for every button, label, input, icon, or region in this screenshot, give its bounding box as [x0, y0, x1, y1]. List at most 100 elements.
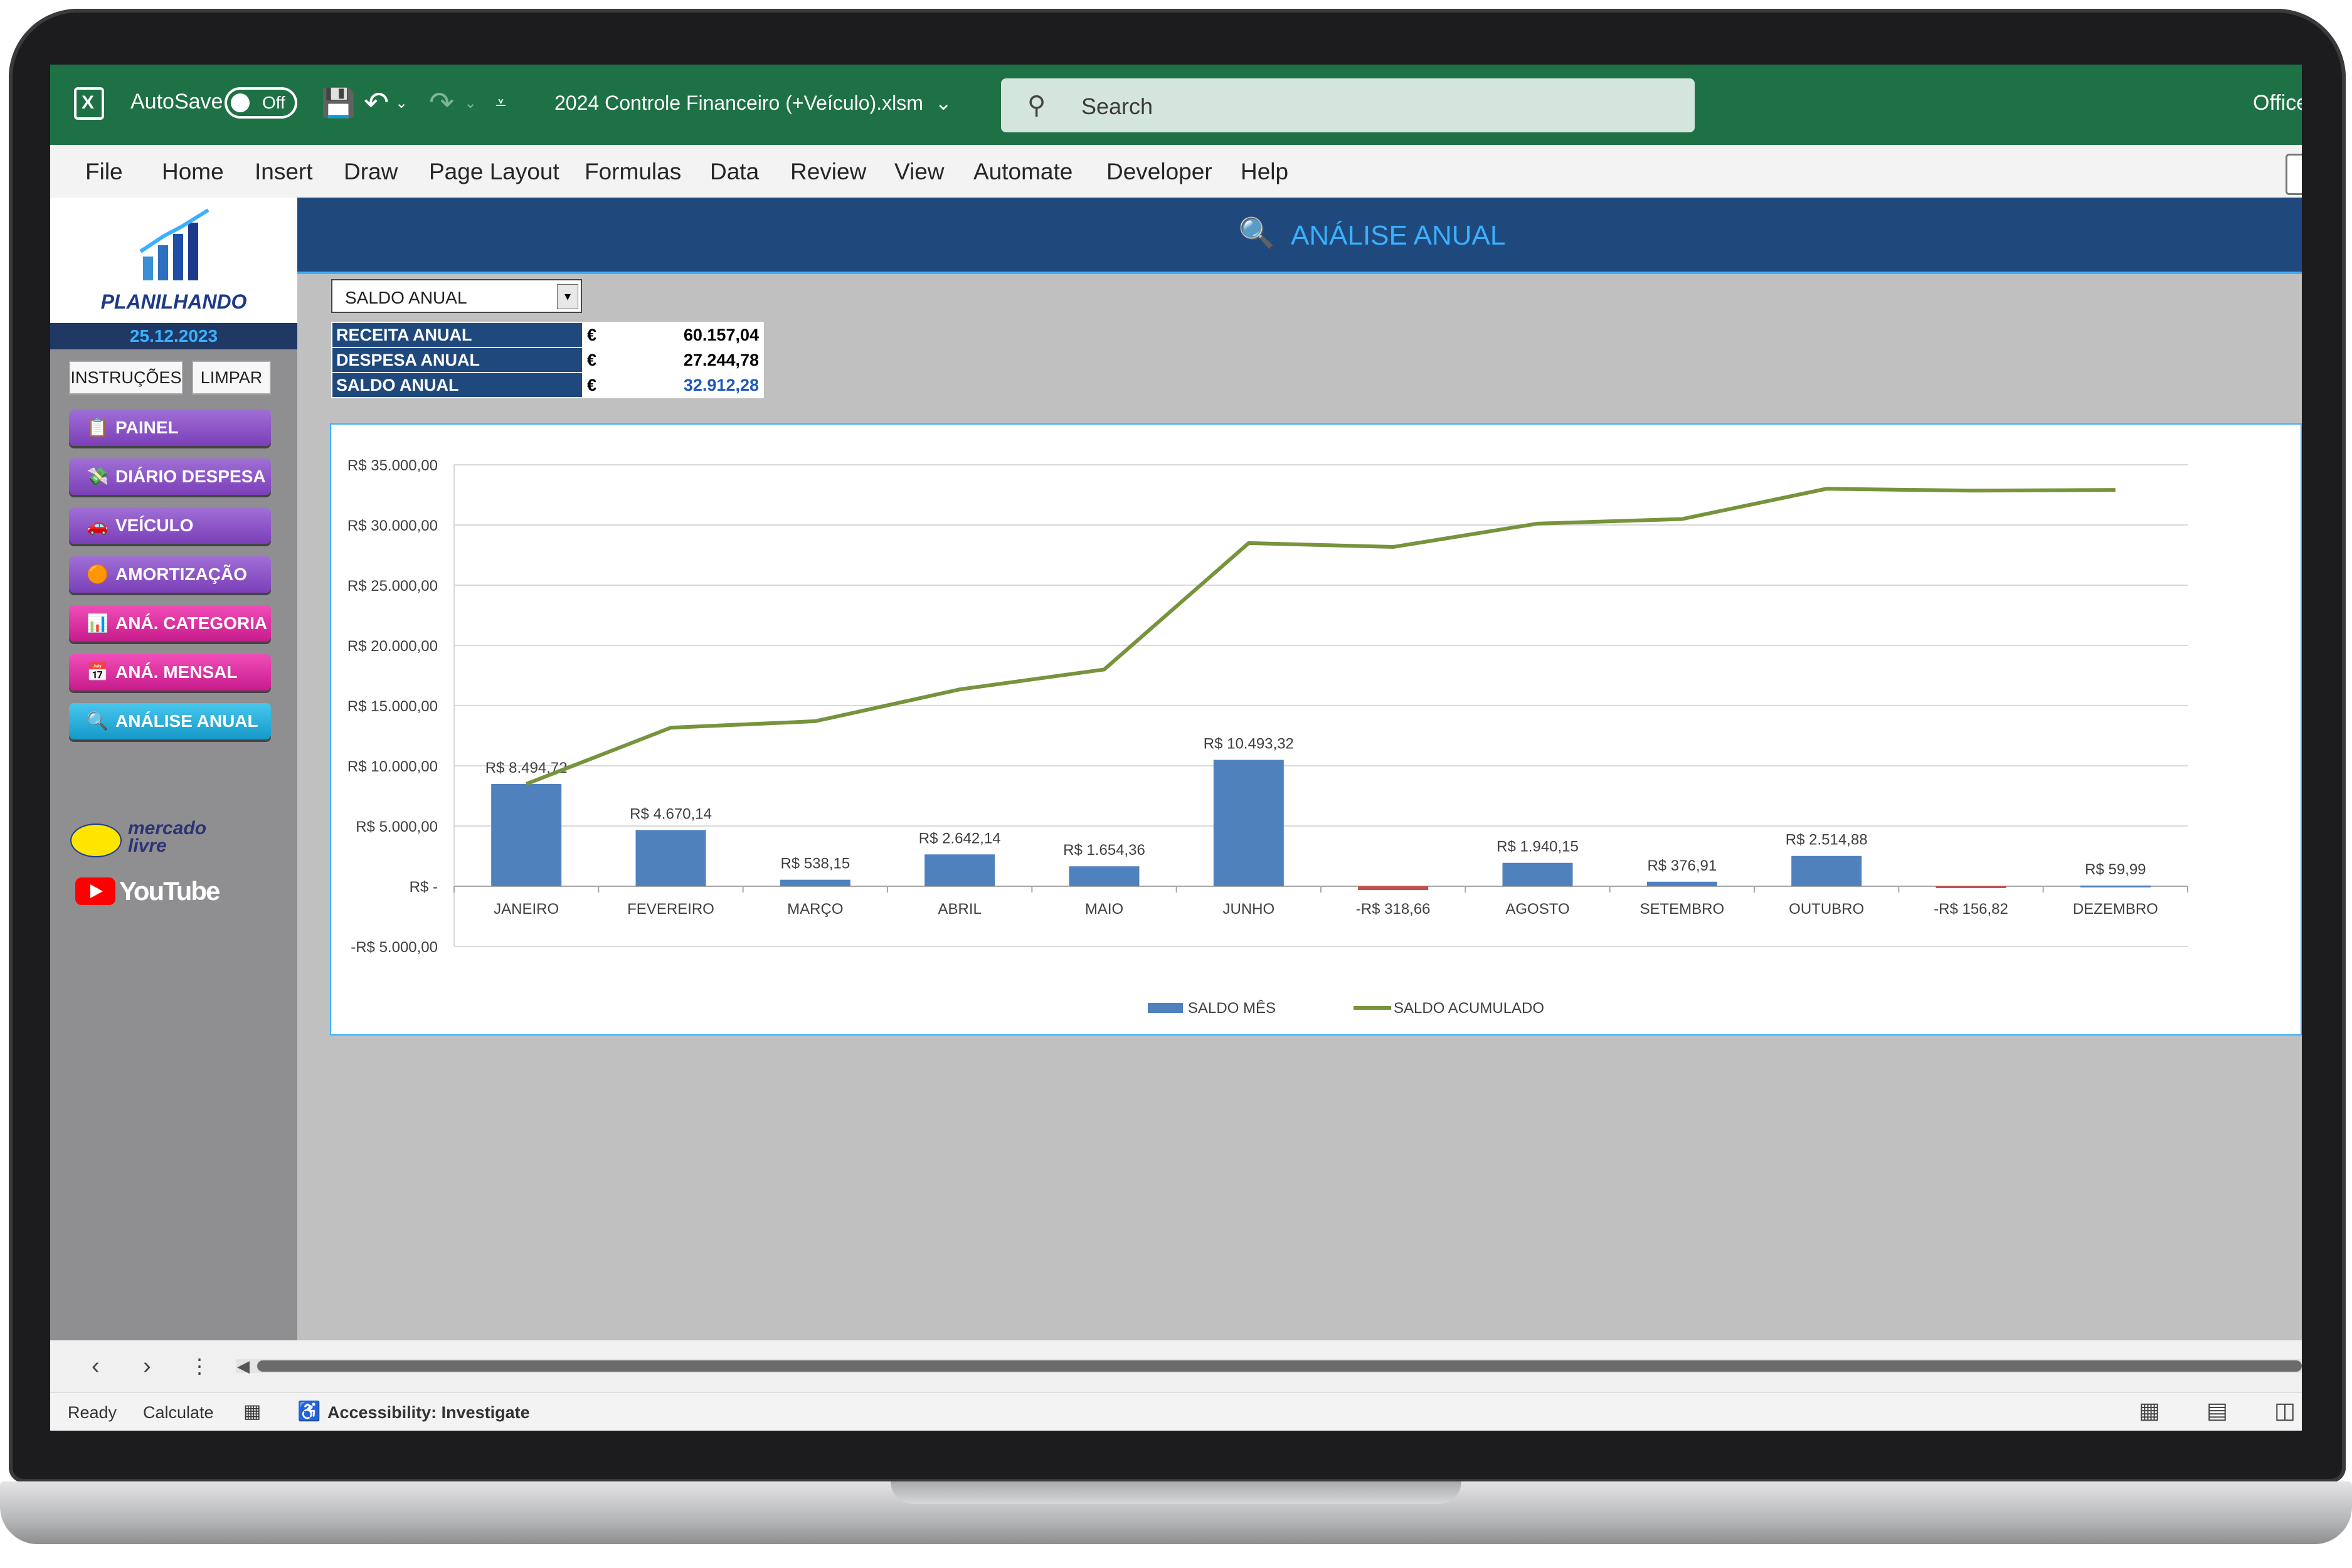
account-label[interactable]: Office: [2253, 91, 2302, 115]
excel-app-icon[interactable]: [74, 87, 104, 120]
nav-label: ANÁ. CATEGORIA: [115, 613, 268, 633]
bar: [2080, 885, 2151, 887]
bar: [1069, 866, 1140, 886]
summary-table: RECEITA ANUAL € 60.157,04 DESPESA ANUAL …: [331, 322, 764, 398]
tab-page-layout[interactable]: Page Layout: [429, 159, 559, 185]
tab-help[interactable]: Help: [1241, 159, 1288, 185]
tab-data[interactable]: Data: [710, 159, 759, 185]
accessibility-icon[interactable]: ♿: [297, 1401, 320, 1422]
more-sheets-icon[interactable]: ⋮: [189, 1354, 209, 1378]
nav-diario-despesa-button[interactable]: 💸 DIÁRIO DESPESA: [69, 458, 271, 495]
summary-value[interactable]: 32.912,28: [622, 372, 764, 398]
summary-currency[interactable]: €: [582, 372, 623, 398]
calendar-icon: 📅: [87, 662, 109, 682]
annual-chart[interactable]: R$ 35.000,00 R$ 30.000,00 R$ 25.000,00 R$ 2…: [330, 423, 2302, 1036]
tab-automate[interactable]: Automate: [973, 159, 1073, 185]
next-sheet-icon[interactable]: ›: [143, 1353, 151, 1380]
normal-view-icon[interactable]: ▦: [2139, 1399, 2161, 1422]
tab-view[interactable]: View: [894, 159, 945, 185]
autosave-toggle[interactable]: Off: [225, 87, 297, 119]
summary-currency[interactable]: €: [582, 347, 623, 373]
redo-icon[interactable]: ↷: [429, 87, 454, 120]
y-tick-label: R$ 20.000,00: [347, 638, 438, 655]
y-tick-label: R$ 25.000,00: [347, 578, 438, 595]
nav-ana-mensal-button[interactable]: 📅 ANÁ. MENSAL: [69, 654, 271, 691]
data-label: R$ 4.670,14: [630, 805, 712, 822]
nav-painel-button[interactable]: 📋 PAINEL: [69, 410, 271, 446]
nav-label: ANÁLISE ANUAL: [115, 711, 258, 731]
x-tick-label: JANEIRO: [494, 901, 559, 918]
calculate-button[interactable]: Calculate: [143, 1403, 214, 1422]
nav-veiculo-button[interactable]: 🚗 VEÍCULO: [69, 507, 271, 544]
autosave-state: Off: [262, 93, 285, 112]
ribbon-tabs: File Home Insert Draw Page Layout Formul…: [50, 145, 2302, 198]
laptop-notch: [891, 1481, 1461, 1504]
legend-label: SALDO ACUMULADO: [1394, 1000, 1544, 1017]
data-label: R$ 1.654,36: [1063, 842, 1145, 859]
summary-label[interactable]: DESPESA ANUAL: [331, 347, 583, 373]
accessibility-status[interactable]: Accessibility: Investigate: [327, 1403, 530, 1422]
file-title[interactable]: 2024 Controle Financeiro (+Veículo).xlsm…: [554, 91, 952, 115]
sheet-navigation: ‹ › ⋮ ◀: [50, 1340, 2302, 1392]
bar: [491, 783, 562, 886]
redo-dropdown-icon[interactable]: ⌄: [464, 87, 477, 120]
table-row: RECEITA ANUAL € 60.157,04: [331, 322, 764, 348]
tab-file[interactable]: File: [85, 159, 123, 185]
instructions-button[interactable]: INSTRUÇÕES: [69, 361, 183, 395]
chevron-down-icon: ⌄: [935, 92, 952, 114]
tab-insert[interactable]: Insert: [255, 159, 313, 185]
nav-amortizacao-button[interactable]: 🟠 AMORTIZAÇÃO: [69, 556, 271, 593]
summary-currency[interactable]: €: [582, 322, 623, 348]
tab-home[interactable]: Home: [162, 159, 224, 185]
x-tick-label: MARÇO: [787, 901, 843, 918]
bar: [1213, 760, 1284, 886]
handshake-icon: [70, 824, 122, 857]
chart-svg: R$ 35.000,00 R$ 30.000,00 R$ 25.000,00 R$ 2…: [347, 457, 2188, 1017]
mercado-livre-link[interactable]: mercado livre: [70, 818, 215, 862]
page-layout-view-icon[interactable]: ▤: [2206, 1399, 2229, 1422]
nav-label: PAINEL: [115, 418, 179, 437]
macro-recorder-icon[interactable]: ▦: [243, 1401, 261, 1422]
y-tick-label: R$ 10.000,00: [347, 758, 438, 775]
coin-icon: 🟠: [87, 564, 109, 584]
clear-button[interactable]: LIMPAR: [192, 361, 271, 395]
sidebar: PLANILHANDO 25.12.2023 INSTRUÇÕES LIMPAR…: [50, 198, 297, 1340]
prev-sheet-icon[interactable]: ‹: [92, 1353, 100, 1380]
undo-dropdown-icon[interactable]: ⌄: [395, 87, 408, 120]
y-tick-label: R$ 5.000,00: [356, 818, 438, 835]
page-break-view-icon[interactable]: ◫: [2274, 1399, 2297, 1422]
data-label: R$ 1.940,15: [1496, 839, 1579, 856]
summary-value[interactable]: 60.157,04: [622, 322, 764, 348]
search-input[interactable]: ⚲ Search: [1001, 78, 1695, 132]
undo-icon[interactable]: ↶: [364, 87, 389, 120]
bar: [1358, 886, 1429, 891]
scroll-left-icon[interactable]: ◀: [237, 1357, 250, 1376]
save-icon[interactable]: 💾: [321, 87, 356, 120]
comments-icon[interactable]: [2286, 154, 2302, 195]
bar: [635, 830, 706, 886]
nav-analise-anual-button[interactable]: 🔍 ANÁLISE ANUAL: [69, 703, 271, 739]
period-select[interactable]: SALDO ANUAL ▾: [331, 279, 582, 313]
scrollbar-thumb[interactable]: [257, 1360, 2302, 1372]
nav-ana-categoria-button[interactable]: 📊 ANÁ. CATEGORIA: [69, 605, 271, 642]
summary-label[interactable]: RECEITA ANUAL: [331, 322, 583, 348]
bar: [1502, 862, 1573, 886]
customize-qat-icon[interactable]: ⩡: [495, 87, 506, 120]
tab-draw[interactable]: Draw: [344, 159, 398, 185]
bar: [924, 854, 995, 886]
x-tick-label: OUTUBRO: [1789, 901, 1864, 918]
tab-developer[interactable]: Developer: [1106, 159, 1212, 185]
tab-review[interactable]: Review: [790, 159, 866, 185]
data-label: R$ 376,91: [1647, 857, 1717, 874]
tab-formulas[interactable]: Formulas: [585, 159, 681, 185]
page-header: 🔍 ANÁLISE ANUAL: [297, 198, 2302, 274]
clipboard-icon: 📋: [87, 418, 109, 437]
dropdown-arrow-icon[interactable]: ▾: [557, 284, 578, 309]
horizontal-scrollbar[interactable]: ◀: [236, 1357, 2302, 1376]
data-label: R$ 10.493,32: [1204, 736, 1294, 753]
summary-value[interactable]: 27.244,78: [622, 347, 764, 373]
youtube-link[interactable]: YouTube: [75, 874, 220, 911]
summary-label[interactable]: SALDO ANUAL: [331, 372, 583, 398]
toggle-knob: [231, 93, 250, 112]
car-icon: 🚗: [87, 516, 109, 535]
